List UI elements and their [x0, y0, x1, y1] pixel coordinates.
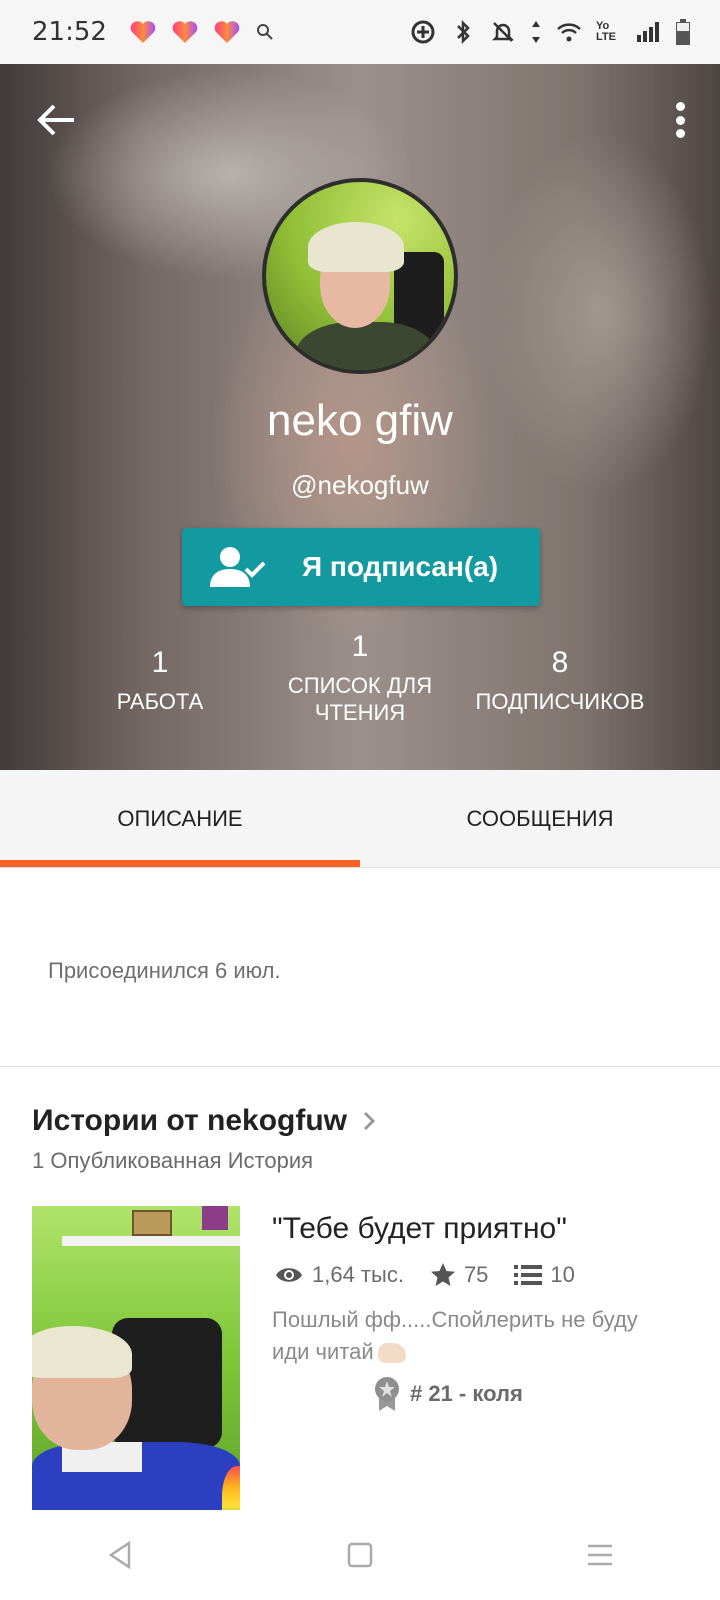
more-options-icon[interactable]: [670, 98, 690, 142]
story-reads: 1,64 тыс.: [274, 1262, 404, 1288]
story-rank[interactable]: # 21 - коля: [374, 1376, 523, 1412]
avatar[interactable]: [262, 178, 458, 374]
stories-section-title[interactable]: Истории от nekogfuw: [32, 1104, 377, 1138]
joined-date: Присоединился 6 июл.: [48, 958, 281, 983]
stories-count: 1 Опубликованная История: [32, 1148, 314, 1173]
stat-works[interactable]: 1 РАБОТА: [100, 646, 220, 715]
battery-icon: [676, 19, 690, 45]
notification-icons: [129, 20, 275, 44]
section-divider: [0, 1066, 720, 1067]
mute-icon: [491, 22, 515, 42]
nav-menu-icon: [588, 1544, 612, 1566]
story-parts: 10: [514, 1262, 575, 1288]
stat-followers-label: ПОДПИСЧИКОВ: [475, 689, 645, 714]
list-icon: [514, 1265, 543, 1285]
nav-back-button[interactable]: [100, 1535, 140, 1575]
signal-icon: [637, 22, 659, 42]
data-saver-icon: [411, 20, 435, 44]
bluetooth-icon: [457, 19, 470, 45]
story-votes-value: 75: [463, 1262, 489, 1287]
display-name: neko gfiw: [267, 396, 453, 445]
profile-header: neko gfiw @nekogfuw Я подписан(а) 1 РАБО…: [0, 64, 720, 770]
stat-works-value: 1: [151, 646, 169, 679]
heart-app-icon: [130, 21, 156, 43]
story-parts-value: 10: [550, 1262, 575, 1287]
flexed-biceps-icon: [377, 1343, 406, 1364]
stat-followers-value: 8: [551, 646, 569, 679]
story-description-text: Пошлый фф.....Спойлерить не буду иди чит…: [272, 1307, 638, 1364]
star-icon: [430, 1263, 455, 1286]
chevron-right-icon: [363, 1111, 376, 1131]
user-check-icon: [210, 547, 266, 587]
story-rank-text: # 21 - коля: [410, 1381, 523, 1406]
wifi-icon: [557, 23, 581, 42]
following-button[interactable]: Я подписан(а): [182, 528, 540, 606]
back-arrow-icon[interactable]: [34, 98, 78, 142]
stat-reading-lists-value: 1: [351, 630, 369, 663]
profile-tabs: ОПИСАНИЕ СООБЩЕНИЯ: [0, 770, 720, 868]
status-time: 21:52: [32, 17, 107, 47]
nav-home-icon: [347, 1542, 373, 1568]
nav-back-icon: [108, 1540, 131, 1570]
data-arrows-icon: [532, 21, 540, 43]
stories-title-text: Истории от nekogfuw: [32, 1104, 348, 1137]
story-reads-value: 1,64 тыс.: [312, 1262, 404, 1287]
story-title[interactable]: "Тебе будет приятно": [272, 1212, 567, 1246]
nav-home-button[interactable]: [340, 1535, 380, 1575]
status-right-icons: Yo LTE: [410, 18, 692, 46]
system-navigation-bar: [0, 1510, 720, 1600]
rank-badge-icon: [375, 1377, 399, 1411]
tab-description[interactable]: ОПИСАНИЕ: [0, 770, 360, 867]
stat-reading-lists[interactable]: 1 СПИСОК ДЛЯ ЧТЕНИЯ: [270, 630, 450, 726]
story-description: Пошлый фф.....Спойлерить не буду иди чит…: [272, 1304, 652, 1368]
following-button-label: Я подписан(а): [302, 551, 499, 582]
username: @nekogfuw: [291, 470, 429, 500]
status-bar: 21:52 Yo LTE: [0, 0, 720, 64]
nav-recents-button[interactable]: [580, 1535, 620, 1575]
tab-messages[interactable]: СООБЩЕНИЯ: [360, 770, 720, 867]
story-cover-image[interactable]: [32, 1206, 240, 1512]
search-icon: [256, 24, 273, 40]
stat-reading-lists-label: СПИСОК ДЛЯ ЧТЕНИЯ: [287, 673, 433, 725]
story-meta: 1,64 тыс. 75 10: [274, 1262, 601, 1288]
heart-app-icon: [172, 21, 198, 43]
heart-app-icon: [214, 21, 240, 43]
eye-icon: [276, 1268, 302, 1282]
stat-works-label: РАБОТА: [116, 689, 204, 714]
volte-icon: Yo LTE: [596, 20, 616, 43]
story-votes: 75: [430, 1262, 488, 1288]
stat-followers[interactable]: 8 ПОДПИСЧИКОВ: [460, 646, 660, 715]
